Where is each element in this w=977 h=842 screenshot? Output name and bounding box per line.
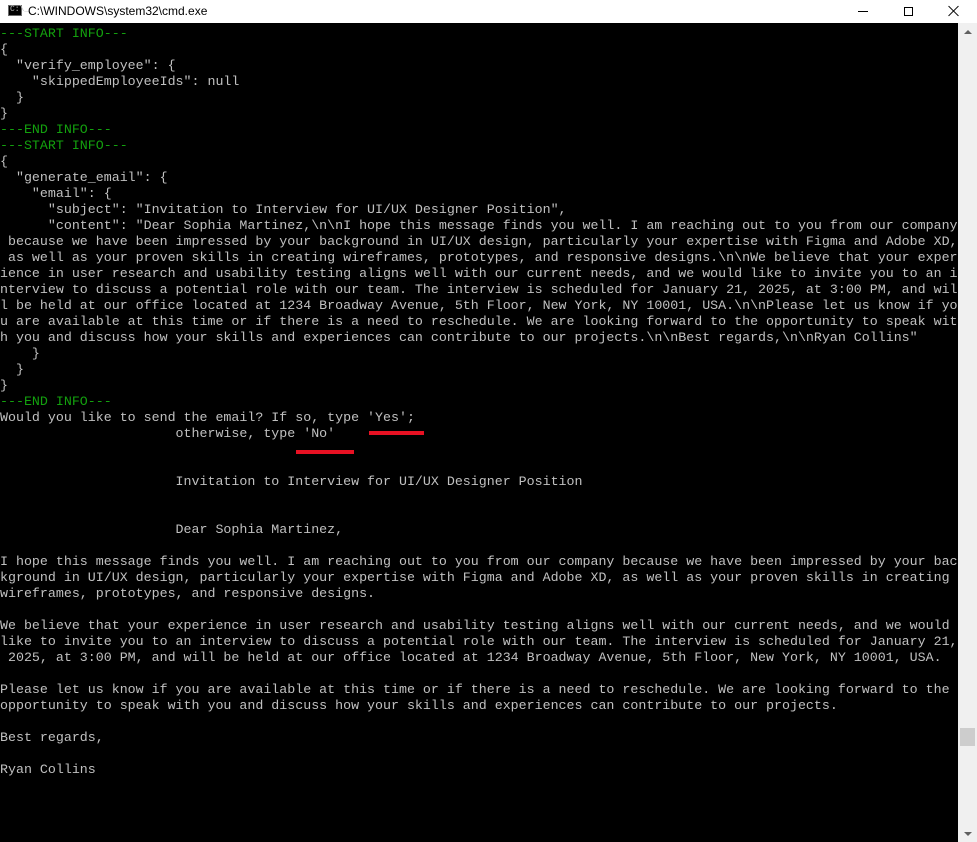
console-line: Please let us know if you are available … [0,682,950,697]
console-line: Ryan Collins [0,762,96,777]
maximize-button[interactable] [885,0,931,22]
console-line: Best regards, [0,730,104,745]
console-line: wireframes, prototypes, and responsive d… [0,586,376,601]
console-line: Invitation to Interview for UI/UX Design… [0,474,583,489]
window-title: C:\WINDOWS\system32\cmd.exe [28,4,208,18]
console-line: nterview to discuss a potential role wit… [0,282,958,297]
console-line: We believe that your experience in user … [0,618,950,633]
chevron-down-icon [963,831,972,836]
console-line: "email": { [0,186,112,201]
console-line: opportunity to speak with you and discus… [0,698,838,713]
console-line: as well as your proven skills in creatin… [0,250,958,265]
info-marker-line: ---START INFO--- [0,26,128,41]
console-line: "subject": "Invitation to Interview for … [0,202,567,217]
scrollbar-thumb[interactable] [960,728,975,746]
scroll-down-button[interactable] [958,825,977,842]
close-button[interactable] [931,0,977,22]
console-line: kground in UI/UX design, particularly yo… [0,570,950,585]
console-line: { [0,154,8,169]
minimize-button[interactable] [840,0,886,22]
command-prompt-glyph: C:\_ [10,5,30,14]
console-line: u are available at this time or if there… [0,314,958,329]
console-line: "verify_employee": { [0,58,176,73]
info-marker-line: ---END INFO--- [0,394,112,409]
console-line: h you and discuss how your skills and ex… [0,330,918,345]
console-line: "generate_email": { [0,170,168,185]
scroll-up-button[interactable] [958,23,977,40]
maximize-icon [903,6,913,16]
console-line: otherwise, type 'No' [0,426,336,441]
console-line: ience in user research and usability tes… [0,266,958,281]
title-bar[interactable]: C:\_ C:\WINDOWS\system32\cmd.exe [0,0,977,23]
console-line: } [0,362,24,377]
cmd-window: C:\_ C:\WINDOWS\system32\cmd.exe ---STAR… [0,0,977,842]
console-line: like to invite you to an interview to di… [0,634,958,649]
console-line: } [0,106,8,121]
command-prompt-icon: C:\_ [8,5,29,16]
console-line: because we have been impressed by your b… [0,234,958,249]
info-marker-line: ---END INFO--- [0,122,112,137]
info-marker-line: ---START INFO--- [0,138,128,153]
console-line: l be held at our office located at 1234 … [0,298,958,313]
console-line: I hope this message finds you well. I am… [0,554,958,569]
chevron-up-icon [963,29,972,34]
close-icon [948,5,960,17]
console-line: Would you like to send the email? If so,… [0,410,415,425]
console-line: } [0,346,40,361]
no-underline-annotation [296,450,354,454]
console-line: { [0,42,8,57]
console-line: "skippedEmployeeIds": null [0,74,240,89]
console-line: "content": "Dear Sophia Martinez,\n\nI h… [0,218,958,233]
console-line: Dear Sophia Martinez, [0,522,344,537]
minimize-icon [858,10,868,12]
yes-underline-annotation [369,431,424,435]
console-line: } [0,90,24,105]
console-line: 2025, at 3:00 PM, and will be held at ou… [0,650,942,665]
vertical-scrollbar[interactable] [958,23,977,842]
console-output[interactable]: ---START INFO---{ "verify_employee": { "… [0,26,958,842]
console-line: } [0,378,8,393]
